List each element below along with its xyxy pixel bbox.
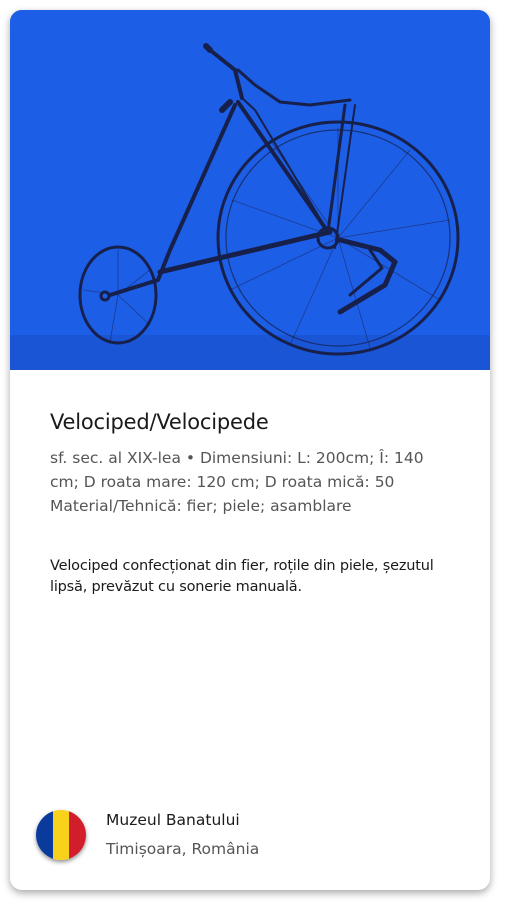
artifact-card[interactable]: Velociped/Velocipede sf. sec. al XIX-lea… xyxy=(10,10,490,890)
artifact-meta: sf. sec. al XIX-lea • Dimensiuni: L: 200… xyxy=(50,446,450,518)
flag-stripe xyxy=(36,810,53,860)
artifact-meta-line: Material/Tehnică: fier; piele; asamblare xyxy=(50,497,352,515)
museum-name: Muzeul Banatului xyxy=(106,811,240,829)
museum-footer[interactable]: Muzeul Banatului Timișoara, România xyxy=(36,810,476,870)
flag-stripe xyxy=(69,810,86,860)
flag-stripe xyxy=(52,810,70,860)
romania-flag-icon xyxy=(36,810,86,860)
artifact-meta-line: sf. sec. al XIX-lea • Dimensiuni: L: 200… xyxy=(50,449,424,491)
artifact-description: Velociped confecționat din fier, roțile … xyxy=(50,558,434,595)
artifact-details: Velociped/Velocipede sf. sec. al XIX-lea… xyxy=(50,410,450,598)
artifact-photo xyxy=(10,10,490,370)
museum-location: Timișoara, România xyxy=(106,840,260,858)
artifact-title: Velociped/Velocipede xyxy=(50,410,269,434)
velocipede-illustration xyxy=(10,10,490,370)
